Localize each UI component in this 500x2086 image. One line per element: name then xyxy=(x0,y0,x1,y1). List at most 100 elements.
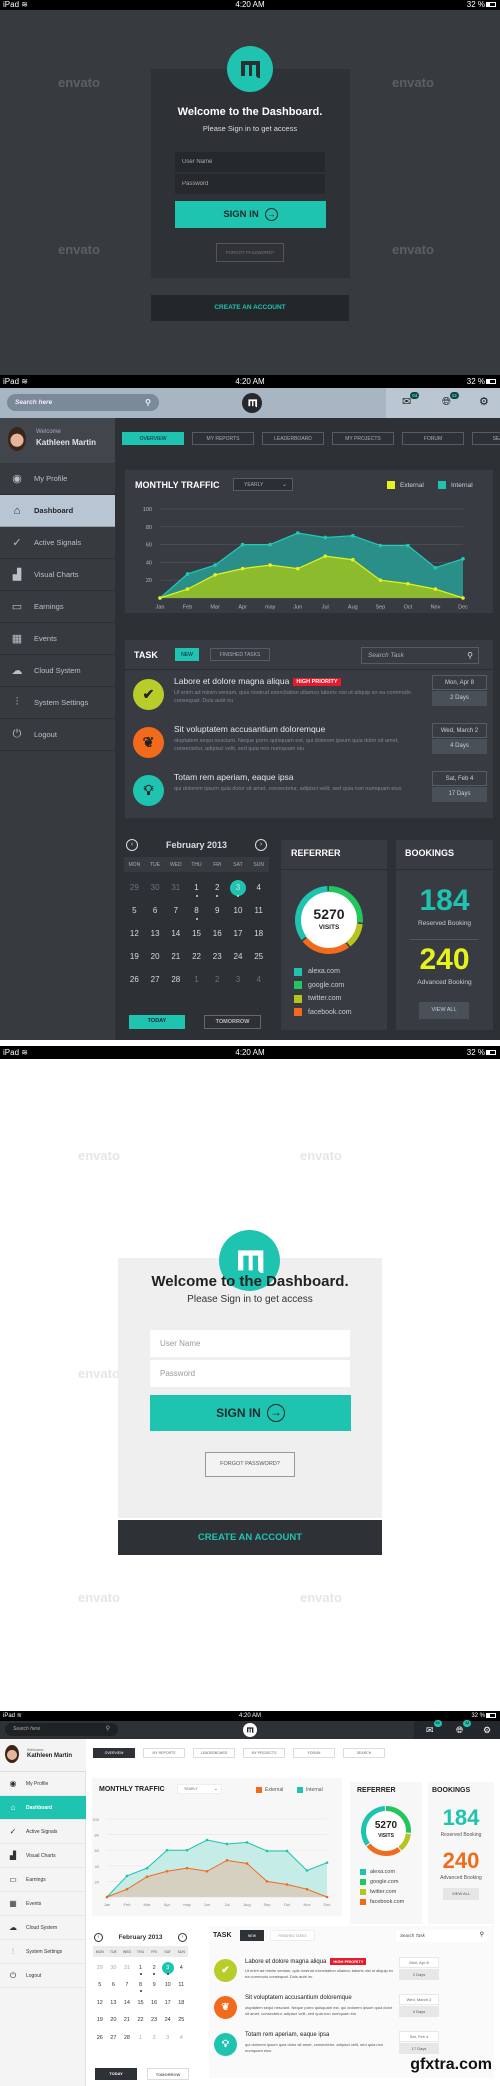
calendar-day[interactable]: 11 xyxy=(248,902,269,919)
calendar-day[interactable]: 14 xyxy=(165,925,186,942)
task-item[interactable]: ❦ Sit voluptatem accusantium doloremque ol… xyxy=(209,1991,444,2028)
calendar-day[interactable]: 1 xyxy=(134,2032,148,2044)
calendar-day[interactable]: 12 xyxy=(124,925,145,942)
sidebar-item-cloud-system[interactable]: ☁ Cloud System xyxy=(0,655,115,687)
calendar-day[interactable]: 7 xyxy=(120,1979,134,1991)
sidebar-item-active-signals[interactable]: ✓ Active Signals xyxy=(0,1820,86,1844)
calendar-day[interactable]: 8 xyxy=(134,1979,148,1993)
tab-my-reports[interactable]: MY REPORTS xyxy=(143,1748,185,1758)
point-external[interactable] xyxy=(351,557,355,562)
point-internal[interactable] xyxy=(213,563,217,567)
calendar-day[interactable]: 13 xyxy=(107,1997,121,2009)
sidebar-item-dashboard[interactable]: ⌂ Dashboard xyxy=(0,495,119,527)
tab-my-projects[interactable]: MY PROJECTS xyxy=(243,1748,285,1758)
global-search-input[interactable]: Search here ⚲ xyxy=(5,1723,118,1736)
sidebar-item-system-settings[interactable]: ⫶ System Settings xyxy=(0,1940,86,1964)
global-search-input[interactable]: Search here ⚲ xyxy=(7,394,159,411)
referrer-legend-item[interactable]: twitter.com xyxy=(294,992,352,1006)
sidebar-item-system-settings[interactable]: ⫶ System Settings xyxy=(0,687,115,719)
finished-tasks-tab[interactable]: FINISHED TASKS xyxy=(270,1930,315,1941)
calendar-day[interactable]: 4 xyxy=(248,879,269,896)
tomorrow-button[interactable]: TOMORROW xyxy=(147,2068,189,2080)
calendar-day[interactable]: 12 xyxy=(93,1997,107,2009)
point-internal[interactable] xyxy=(145,1866,149,1870)
point-external[interactable] xyxy=(295,566,300,571)
calendar-day[interactable]: 21 xyxy=(165,948,186,965)
referrer-legend-item[interactable]: facebook.com xyxy=(294,1006,352,1020)
brand-logo[interactable] xyxy=(242,393,262,413)
point-internal[interactable] xyxy=(205,1838,209,1842)
user-profile[interactable]: Welcome Kathleen Martin xyxy=(0,418,115,463)
point-internal[interactable] xyxy=(265,1849,269,1853)
new-tasks-tab[interactable]: NEW xyxy=(175,648,199,661)
calendar-day[interactable]: 4 xyxy=(174,2032,188,2044)
tab-search[interactable]: SEARCH xyxy=(472,432,500,445)
point-internal[interactable] xyxy=(268,542,272,547)
calendar-day[interactable]: 20 xyxy=(107,2014,121,2026)
tab-my-projects[interactable]: MY PROJECTS xyxy=(332,432,394,445)
point-internal[interactable] xyxy=(295,531,300,535)
calendar-day[interactable]: 16 xyxy=(147,1997,161,2009)
view-all-button[interactable]: VIEW ALL xyxy=(443,1888,479,1900)
tab-my-reports[interactable]: MY REPORTS xyxy=(192,432,254,445)
mail-icon[interactable]: ✉ 04 xyxy=(402,392,420,409)
password-field[interactable] xyxy=(175,174,325,194)
finished-tasks-tab[interactable]: FINISHED TASKS xyxy=(210,648,270,661)
point-external[interactable] xyxy=(185,587,190,591)
point-internal[interactable] xyxy=(125,1874,129,1878)
point-external[interactable] xyxy=(125,1887,129,1891)
referrer-legend-item[interactable]: twitter.com xyxy=(360,1887,404,1897)
calendar-day[interactable]: 29 xyxy=(93,1962,107,1974)
mail-icon[interactable]: ✉ 04 xyxy=(426,1720,442,1737)
calendar-day[interactable]: 27 xyxy=(145,971,166,988)
calendar-day[interactable]: 22 xyxy=(186,948,207,965)
calendar-day[interactable]: 15 xyxy=(186,925,207,942)
point-internal[interactable] xyxy=(165,1848,169,1852)
task-item[interactable]: ❦ Sit voluptatem accusantium doloremque ol… xyxy=(125,718,495,766)
point-external[interactable] xyxy=(265,1880,269,1883)
calendar-day[interactable]: 8 xyxy=(186,902,207,920)
sidebar-item-dashboard[interactable]: ⌂ Dashboard xyxy=(0,1796,89,1820)
calendar-day[interactable]: 14 xyxy=(120,1997,134,2009)
referrer-legend-item[interactable]: alexa.com xyxy=(294,965,352,979)
point-internal[interactable] xyxy=(245,1841,249,1844)
calendar-day[interactable]: 29 xyxy=(124,879,145,896)
calendar-day[interactable]: 4 xyxy=(174,1962,188,1974)
sidebar-item-events[interactable]: ▦ Events xyxy=(0,1892,86,1916)
search-icon[interactable]: ⚲ xyxy=(106,1723,110,1736)
calendar-day-selected[interactable]: 3 xyxy=(161,1961,175,1975)
calendar-day[interactable]: 24 xyxy=(228,948,249,965)
point-external[interactable] xyxy=(461,596,465,600)
sidebar-item-earnings[interactable]: ▭ Earnings xyxy=(0,591,115,623)
point-internal[interactable] xyxy=(461,557,465,561)
point-internal[interactable] xyxy=(323,535,328,540)
point-external[interactable] xyxy=(406,581,410,586)
sidebar-item-my-profile[interactable]: ◉ My Profile xyxy=(0,463,115,495)
task-item[interactable]: ✔ Labore et dolore magna aliqua HIGH PRIOR… xyxy=(209,1954,444,1991)
next-month-icon[interactable]: › xyxy=(255,839,267,851)
sidebar-item-visual-charts[interactable]: ▟ Visual Charts xyxy=(0,1844,86,1868)
search-icon[interactable]: ⚲ xyxy=(145,394,151,411)
referrer-legend-item[interactable]: google.com xyxy=(360,1877,404,1887)
sidebar-item-cloud-system[interactable]: ☁ Cloud System xyxy=(0,1916,86,1940)
calendar-day[interactable]: 26 xyxy=(124,971,145,988)
calendar-day[interactable]: 23 xyxy=(207,948,228,965)
create-account-button[interactable]: CREATE AN ACCOUNT xyxy=(118,1520,382,1555)
calendar-day[interactable]: 27 xyxy=(107,2032,121,2044)
calendar-day[interactable]: 25 xyxy=(248,948,269,965)
prev-month-icon[interactable]: ‹ xyxy=(126,839,138,851)
point-external[interactable] xyxy=(433,587,438,591)
calendar-day[interactable]: 25 xyxy=(174,2014,188,2026)
calendar-day[interactable]: 1 xyxy=(186,879,207,897)
point-external[interactable] xyxy=(145,1875,149,1879)
point-external[interactable] xyxy=(325,1895,329,1899)
calendar-day[interactable]: 5 xyxy=(124,902,145,919)
calendar-day[interactable]: 2 xyxy=(147,2032,161,2044)
tab-forum[interactable]: FORUM xyxy=(293,1748,335,1758)
tab-overview[interactable]: OVERVIEW xyxy=(93,1748,135,1758)
point-external[interactable] xyxy=(105,1895,109,1899)
today-button[interactable]: TODAY xyxy=(129,1015,185,1029)
username-field[interactable] xyxy=(150,1330,350,1357)
point-internal[interactable] xyxy=(378,543,383,548)
point-external[interactable] xyxy=(165,1869,169,1873)
